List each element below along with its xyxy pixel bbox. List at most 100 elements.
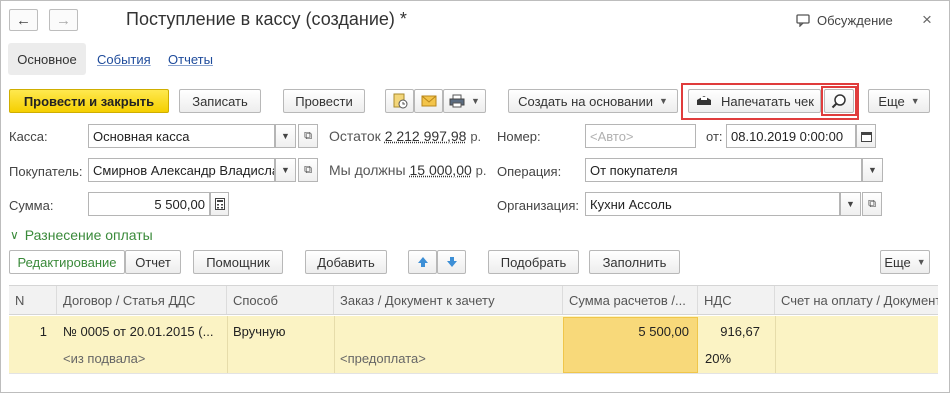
organization-label: Организация: — [497, 198, 580, 213]
column-header-n[interactable]: N — [9, 286, 57, 314]
operation-label: Операция: — [497, 164, 562, 179]
debt-value[interactable]: 15 000,00 — [409, 162, 471, 178]
tab-events[interactable]: События — [97, 52, 151, 67]
date-from-label: от: — [706, 129, 723, 144]
cash-field[interactable]: Основная касса — [88, 124, 275, 148]
organization-dropdown-button[interactable]: ▼ — [840, 192, 861, 216]
add-button[interactable]: Добавить — [305, 250, 387, 274]
chevron-down-icon: ∨ — [10, 228, 19, 242]
balance-indicator: Остаток 2 212 997,98 р. — [329, 128, 481, 144]
organization-open-button[interactable]: ⧉ — [862, 192, 882, 216]
cash-dropdown-button[interactable]: ▼ — [275, 124, 296, 148]
table-header: N Договор / Статья ДДС Способ Заказ / До… — [9, 285, 938, 315]
calendar-icon — [860, 131, 872, 142]
more-label: Еще — [878, 93, 905, 109]
more-button[interactable]: Еще ▼ — [868, 89, 930, 113]
column-divider — [334, 316, 335, 373]
payment-allocation-section[interactable]: ∨ Разнесение оплаты — [10, 227, 153, 243]
calendar-button[interactable] — [856, 124, 876, 148]
organization-field[interactable]: Кухни Ассоль — [585, 192, 840, 216]
debt-indicator: Мы должны 15 000,00 р. — [329, 162, 487, 178]
balance-label: Остаток — [329, 128, 381, 144]
debt-label: Мы должны — [329, 162, 406, 178]
debt-unit: р. — [475, 163, 487, 178]
number-label: Номер: — [497, 129, 541, 144]
buyer-dropdown-button[interactable]: ▼ — [275, 158, 296, 182]
pick-button[interactable]: Подобрать — [488, 250, 579, 274]
edit-mode-button[interactable]: Редактирование — [9, 250, 125, 274]
arrow-up-icon — [417, 257, 428, 267]
column-header-invoice[interactable]: Счет на оплату / Документ — [775, 286, 938, 314]
column-header-vat[interactable]: НДС — [698, 286, 775, 314]
section-title: Разнесение оплаты — [24, 227, 153, 243]
contract-cell[interactable]: № 0005 от 20.01.2015 (... — [63, 324, 223, 339]
cash-label: Касса: — [9, 129, 48, 144]
column-header-method[interactable]: Способ — [227, 286, 334, 314]
forward-button[interactable]: → — [49, 9, 78, 31]
balance-value[interactable]: 2 212 997,98 — [385, 128, 467, 144]
save-button[interactable]: Записать — [179, 89, 261, 113]
create-based-on-button[interactable]: Создать на основании ▼ — [508, 89, 678, 113]
page-title: Поступление в кассу (создание) * — [126, 9, 407, 29]
operation-dropdown-button[interactable]: ▼ — [862, 158, 883, 182]
column-header-sum[interactable]: Сумма расчетов /... — [563, 286, 698, 314]
helper-button[interactable]: Помощник — [193, 250, 283, 274]
discussion-label: Обсуждение — [817, 13, 893, 28]
number-field[interactable]: <Авто> — [585, 124, 696, 148]
operation-field[interactable]: От покупателя — [585, 158, 862, 182]
date-field[interactable]: 08.10.2019 0:00:00 — [726, 124, 856, 148]
caret-down-icon: ▼ — [916, 257, 926, 267]
post-and-close-button[interactable]: Провести и закрыть — [9, 89, 169, 113]
preview-check-button[interactable] — [824, 89, 854, 113]
open-window-icon: ⧉ — [304, 129, 312, 142]
table-more-button[interactable]: Еще ▼ — [880, 250, 930, 274]
cash-open-button[interactable]: ⧉ — [298, 124, 318, 148]
tab-main[interactable]: Основное — [8, 43, 86, 75]
vat-cell[interactable]: 916,67 — [700, 324, 760, 339]
buyer-label: Покупатель: — [9, 164, 83, 179]
document-clock-icon — [393, 93, 407, 109]
arrow-left-icon: ← — [16, 11, 31, 29]
method-cell[interactable]: Вручную — [233, 324, 328, 339]
cash-register-icon — [697, 96, 712, 105]
column-divider — [775, 316, 776, 373]
table-more-label: Еще — [884, 254, 911, 270]
calculator-button[interactable] — [210, 192, 229, 216]
caret-down-icon: ▼ — [471, 96, 480, 106]
send-email-button[interactable] — [414, 89, 443, 113]
order-sub-cell[interactable]: <предоплата> — [340, 351, 555, 366]
sum-cell[interactable]: 5 500,00 — [566, 324, 689, 339]
arrow-down-icon — [446, 257, 457, 267]
speech-bubble-icon — [796, 14, 810, 27]
sum-label: Сумма: — [9, 198, 54, 213]
contract-sub-cell[interactable]: <из подвала> — [63, 351, 223, 366]
caret-down-icon: ▼ — [846, 199, 855, 209]
print-check-label: Напечатать чек — [721, 93, 814, 109]
move-down-button[interactable] — [437, 250, 466, 274]
create-based-on-label: Создать на основании — [518, 93, 653, 109]
buyer-field[interactable]: Смирнов Александр Владисла — [88, 158, 275, 182]
close-icon[interactable]: × — [922, 10, 932, 30]
arrow-right-icon: → — [56, 11, 71, 29]
calculator-icon — [214, 198, 225, 210]
move-up-button[interactable] — [408, 250, 437, 274]
report-mode-button[interactable]: Отчет — [125, 250, 181, 274]
document-history-button[interactable] — [385, 89, 414, 113]
caret-down-icon: ▼ — [281, 165, 290, 175]
column-header-order[interactable]: Заказ / Документ к зачету — [334, 286, 563, 314]
buyer-open-button[interactable]: ⧉ — [298, 158, 318, 182]
discussion-button[interactable]: Обсуждение — [796, 13, 893, 28]
table-bottom-border — [9, 373, 938, 374]
open-window-icon: ⧉ — [304, 163, 312, 176]
print-menu-button[interactable]: ▼ — [443, 89, 486, 113]
column-divider — [227, 316, 228, 373]
post-button[interactable]: Провести — [283, 89, 365, 113]
column-header-contract[interactable]: Договор / Статья ДДС — [57, 286, 227, 314]
print-check-button[interactable]: Напечатать чек — [688, 89, 821, 113]
sum-field[interactable]: 5 500,00 — [88, 192, 210, 216]
tab-reports[interactable]: Отчеты — [168, 52, 213, 67]
fill-button[interactable]: Заполнить — [589, 250, 680, 274]
caret-down-icon: ▼ — [868, 165, 877, 175]
back-button[interactable]: ← — [9, 9, 38, 31]
vat-rate-cell[interactable]: 20% — [705, 351, 765, 366]
